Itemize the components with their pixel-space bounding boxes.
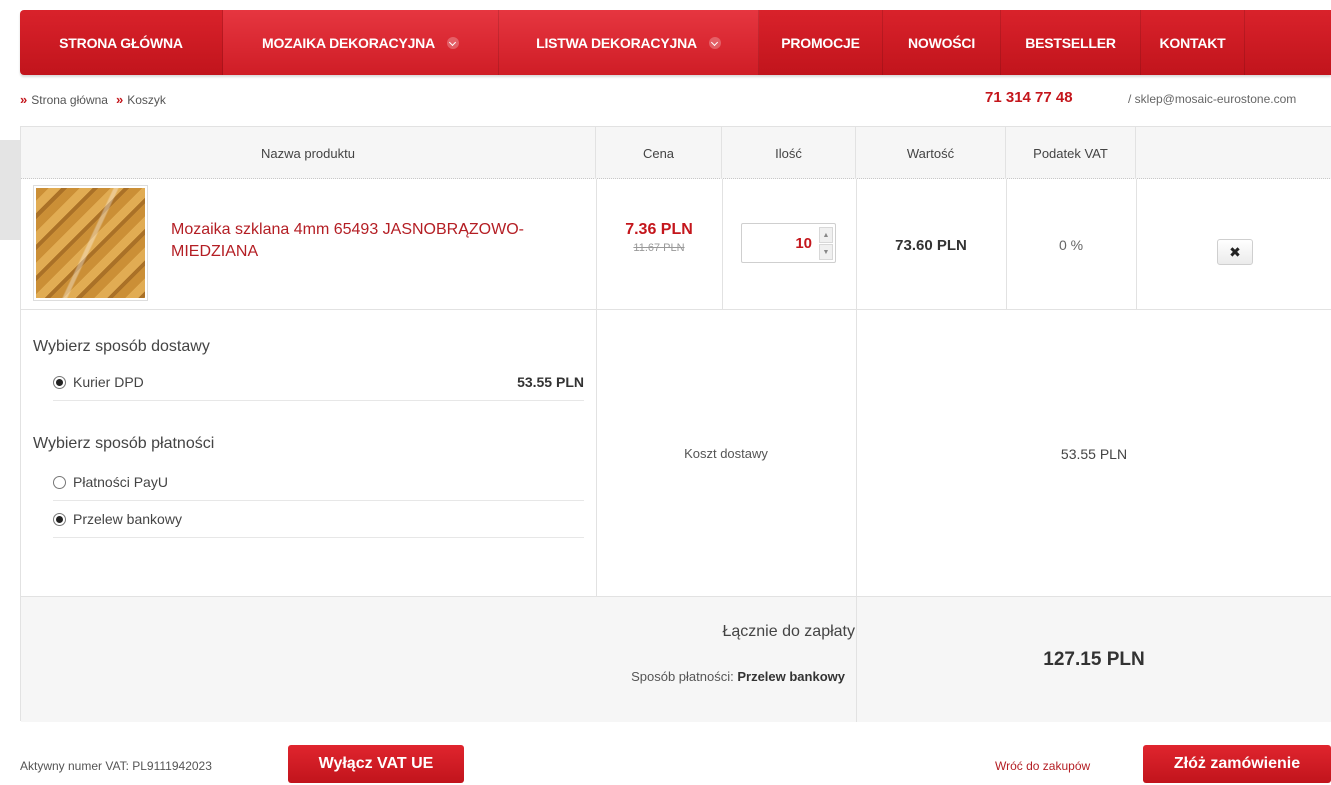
chevron-down-icon xyxy=(708,36,721,49)
column-header-price: Cena xyxy=(596,127,722,179)
disable-eu-vat-button[interactable]: Wyłącz VAT UE xyxy=(288,745,464,783)
left-edge-strip xyxy=(0,140,20,240)
total-section: Łącznie do zapłaty Sposób płatności: Prz… xyxy=(21,597,1331,722)
payment-option-label: Przelew bankowy xyxy=(73,511,182,527)
mosaic-tile-image xyxy=(36,188,145,298)
breadcrumb-item-home[interactable]: Strona główna xyxy=(31,93,108,107)
divider xyxy=(722,179,723,310)
cart-table-header: Nazwa produktu Cena Ilość Wartość Podate… xyxy=(21,127,1331,179)
breadcrumb: » Strona główna » Koszyk xyxy=(20,92,166,107)
total-label: Łącznie do zapłaty xyxy=(722,623,855,640)
line-value: 73.60 PLN xyxy=(895,237,967,254)
breadcrumb-item-cart: Koszyk xyxy=(127,92,166,107)
radio-unselected-icon[interactable] xyxy=(53,475,66,489)
total-value: 127.15 PLN xyxy=(1043,648,1145,670)
delivery-title: Wybierz sposób dostawy xyxy=(33,338,210,355)
radio-selected-icon[interactable] xyxy=(53,375,66,389)
vat-number-text: Aktywny numer VAT: PL9111942023 xyxy=(20,759,212,773)
quantity-input[interactable] xyxy=(742,224,816,262)
contact-email: / sklep@mosaic-eurostone.com xyxy=(1128,92,1297,106)
cart-item-row: Mozaika szklana 4mm 65493 JASNOBRĄZOWO-M… xyxy=(21,179,1331,310)
line-vat: 0 % xyxy=(1058,237,1084,253)
product-thumbnail[interactable] xyxy=(33,185,148,301)
back-to-shopping-link[interactable]: Wróć do zakupów xyxy=(995,759,1090,773)
payment-option-label: Płatności PayU xyxy=(73,474,168,490)
nav-item-label: PROMOCJE xyxy=(781,34,860,51)
radio-selected-icon[interactable] xyxy=(53,512,66,526)
total-payment-method: Sposób płatności: Przelew bankowy xyxy=(631,669,845,684)
nav-item-decorative-mosaic[interactable]: MOZAIKA DEKORACYJNA xyxy=(223,10,499,75)
nav-item-home[interactable]: STRONA GŁÓWNA xyxy=(20,10,223,75)
payment-title: Wybierz sposób płatności xyxy=(33,435,215,452)
nav-item-bestseller[interactable]: BESTSELLER xyxy=(1001,10,1141,75)
column-header-product: Nazwa produktu xyxy=(21,127,596,179)
breadcrumb-separator-icon: » xyxy=(115,92,124,107)
nav-item-label: LISTWA DEKORACYJNA xyxy=(536,34,697,51)
nav-item-label: MOZAIKA DEKORACYJNA xyxy=(261,34,436,51)
remove-item-button[interactable]: ✖ xyxy=(1217,239,1253,265)
nav-item-label: NOWOŚCI xyxy=(907,34,976,51)
main-navigation: STRONA GŁÓWNA MOZAIKA DEKORACYJNA LISTWA… xyxy=(20,10,1331,75)
payment-option-payu[interactable]: Płatności PayU xyxy=(53,464,584,501)
breadcrumb-separator-icon: » xyxy=(20,92,28,107)
decrement-arrow-icon[interactable]: ▼ xyxy=(819,244,833,260)
quantity-stepper: ▲ ▼ xyxy=(741,223,836,263)
increment-arrow-icon[interactable]: ▲ xyxy=(819,227,833,243)
contact-phone: 71 314 77 48 xyxy=(985,89,1073,106)
product-name-link[interactable]: Mozaika szklana 4mm 65493 JASNOBRĄZOWO-M… xyxy=(171,219,591,263)
column-header-quantity: Ilość xyxy=(722,127,856,179)
delivery-option-dpd[interactable]: Kurier DPD 53.55 PLN xyxy=(53,364,584,401)
divider xyxy=(1136,179,1137,310)
column-header-value: Wartość xyxy=(856,127,1006,179)
cart-panel: Nazwa produktu Cena Ilość Wartość Podate… xyxy=(20,126,1331,722)
delivery-option-price: 53.55 PLN xyxy=(517,374,584,390)
shipping-section: Wybierz sposób dostawy Kurier DPD 53.55 … xyxy=(21,310,1331,597)
nav-item-contact[interactable]: KONTAKT xyxy=(1141,10,1245,75)
place-order-button[interactable]: Złóż zamówienie xyxy=(1143,745,1331,783)
close-icon: ✖ xyxy=(1229,243,1241,260)
column-header-vat: Podatek VAT xyxy=(1006,127,1136,179)
nav-item-label: STRONA GŁÓWNA xyxy=(59,34,183,51)
payment-method-value: Przelew bankowy xyxy=(737,669,845,684)
nav-item-promotions[interactable]: PROMOCJE xyxy=(759,10,883,75)
product-price: 7.36 PLN 11.67 PLN xyxy=(596,221,722,254)
nav-item-label: KONTAKT xyxy=(1159,34,1226,51)
nav-item-decorative-strip[interactable]: LISTWA DEKORACYJNA xyxy=(499,10,759,75)
chevron-down-icon xyxy=(447,36,460,49)
shipping-cost-value: 53.55 PLN xyxy=(1060,445,1128,462)
old-price: 11.67 PLN xyxy=(633,242,685,254)
nav-item-label: BESTSELLER xyxy=(1025,34,1116,51)
payment-method-label: Sposób płatności: xyxy=(631,669,734,684)
shipping-cost-label: Koszt dostawy xyxy=(684,446,768,461)
nav-item-new[interactable]: NOWOŚCI xyxy=(883,10,1001,75)
payment-option-bank-transfer[interactable]: Przelew bankowy xyxy=(53,501,584,538)
delivery-option-label: Kurier DPD xyxy=(73,374,144,390)
current-price: 7.36 PLN xyxy=(625,221,693,238)
